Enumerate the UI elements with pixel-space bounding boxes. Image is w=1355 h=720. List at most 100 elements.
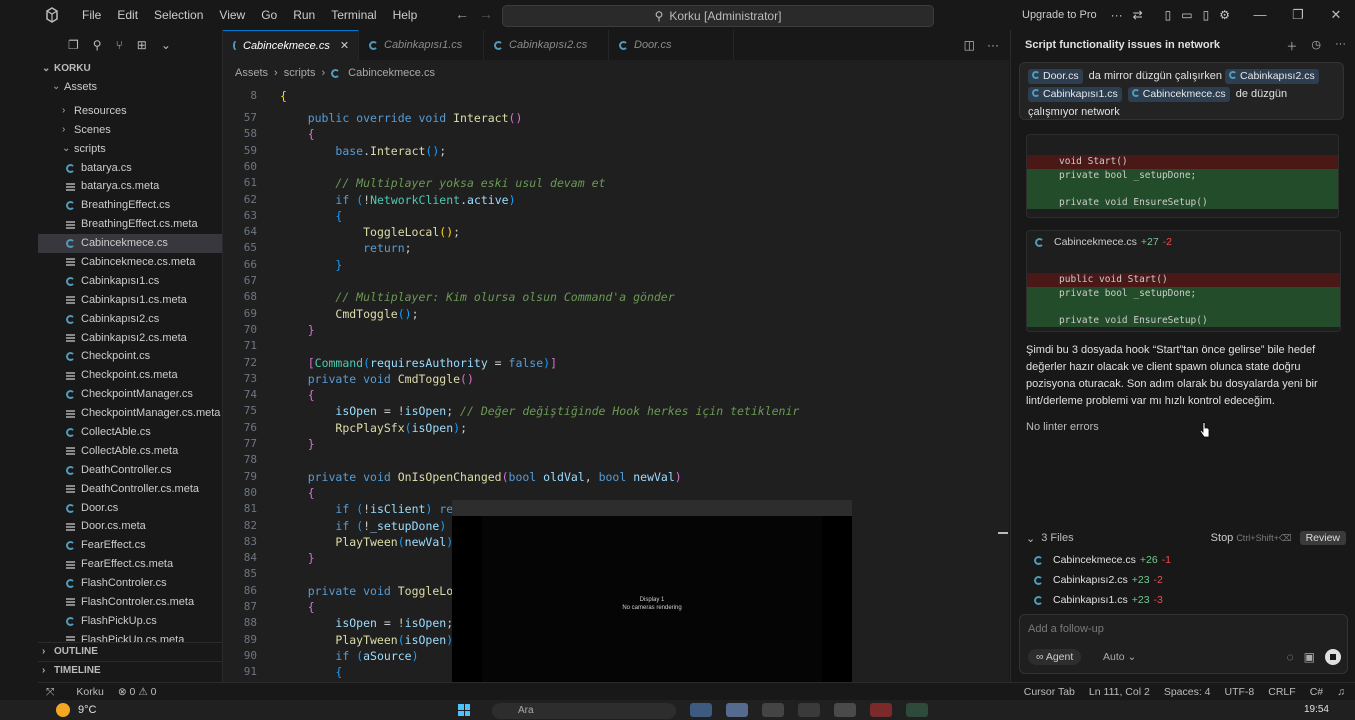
file-item[interactable]: Cabinkapısı1.cs: [38, 272, 222, 291]
folder-assets[interactable]: ⌄ Assets: [38, 78, 222, 97]
tab-cabinkapısı2-cs[interactable]: Cabinkapısı2.cs: [484, 30, 609, 60]
status-item[interactable]: CRLF: [1268, 686, 1295, 698]
changed-file-row[interactable]: Cabinkapısı2.cs +23 -2: [1026, 570, 1346, 590]
more-icon[interactable]: ···: [1335, 38, 1346, 54]
close-window-icon[interactable]: ✕: [1317, 0, 1355, 30]
workspace-name[interactable]: Korku: [76, 686, 103, 699]
menu-terminal[interactable]: Terminal: [323, 8, 384, 22]
source-control-icon[interactable]: ⑂: [116, 38, 123, 52]
menu-view[interactable]: View: [211, 8, 253, 22]
notifications-icon[interactable]: ♫: [1337, 686, 1345, 698]
menu-edit[interactable]: Edit: [109, 8, 146, 22]
file-item[interactable]: DeathController.cs: [38, 461, 222, 480]
file-item[interactable]: BreathingEffect.cs.meta: [38, 215, 222, 234]
outline-section[interactable]: › OUTLINE: [38, 642, 222, 661]
folder-scenes[interactable]: › Scenes: [38, 121, 222, 140]
files-count[interactable]: 3 Files: [1041, 532, 1073, 544]
close-tab-icon[interactable]: ✕: [340, 39, 349, 52]
weather-widget[interactable]: 9°C: [56, 703, 96, 717]
image-attach-icon[interactable]: ▣: [1304, 650, 1315, 664]
stop-generation-button[interactable]: [1325, 649, 1341, 665]
diff-header[interactable]: Cabincekmece.cs +27 -2: [1027, 231, 1340, 253]
file-item[interactable]: Door.cs.meta: [38, 517, 222, 536]
tab-cabinkapısı1-cs[interactable]: Cabinkapısı1.cs: [359, 30, 484, 60]
file-item[interactable]: CollectAble.cs.meta: [38, 442, 222, 461]
chrome-app-icon[interactable]: [690, 703, 712, 717]
file-item[interactable]: FlashControler.cs.meta: [38, 593, 222, 612]
extensions-icon[interactable]: ⊞: [137, 38, 147, 52]
more-actions-icon[interactable]: ···: [987, 38, 999, 52]
timeline-section[interactable]: › TIMELINE: [38, 661, 222, 680]
settings-gear-icon[interactable]: ⚙: [1219, 8, 1230, 22]
taskbar-clock[interactable]: 19:54: [1304, 704, 1329, 715]
status-item[interactable]: Cursor Tab: [1024, 686, 1075, 698]
diff-block[interactable]: void Start() private bool _setupDone; priv…: [1026, 134, 1339, 218]
breadcrumb-assets[interactable]: Assets: [235, 67, 268, 79]
file-item[interactable]: batarya.cs.meta: [38, 177, 222, 196]
search-icon[interactable]: ⚲: [93, 38, 102, 52]
toggle-sidebar-icon[interactable]: ▯: [1165, 8, 1172, 22]
game-window-titlebar[interactable]: [452, 500, 852, 516]
minimize-icon[interactable]: —: [1241, 0, 1279, 30]
chat-composer[interactable]: Add a follow-up ∞ Agent Auto ⌄ ◌ ▣: [1019, 614, 1348, 674]
status-item[interactable]: Ln 111, Col 2: [1089, 686, 1150, 698]
file-item[interactable]: CollectAble.cs: [38, 423, 222, 442]
menu-go[interactable]: Go: [253, 8, 285, 22]
folder-scripts[interactable]: ⌄ scripts: [38, 140, 222, 159]
tab-door-cs[interactable]: Door.cs: [609, 30, 734, 60]
menu-file[interactable]: File: [74, 8, 109, 22]
toggle-secondary-sidebar-icon[interactable]: ▯: [1203, 8, 1210, 22]
folder-resources[interactable]: › Resources: [38, 102, 222, 121]
follow-up-input[interactable]: Add a follow-up: [1028, 623, 1104, 635]
explorer-root[interactable]: ⌄ KORKU: [38, 60, 222, 78]
file-item[interactable]: Cabincekmece.cs.meta: [38, 253, 222, 272]
problems-indicator[interactable]: ⊗ 0 ⚠ 0: [118, 686, 157, 699]
menu-run[interactable]: Run: [285, 8, 323, 22]
unity-app-icon[interactable]: [762, 703, 784, 717]
file-item[interactable]: FlashPickUp.cs: [38, 612, 222, 631]
file-chip-cabincekmece[interactable]: Cabincekmece.cs: [1127, 87, 1230, 102]
file-item[interactable]: DeathController.cs.meta: [38, 480, 222, 499]
file-chip-cabinkapisi1[interactable]: Cabinkapısı1.cs: [1028, 87, 1122, 102]
file-item[interactable]: CheckpointManager.cs: [38, 385, 222, 404]
chevron-down-icon[interactable]: ⌄: [1026, 532, 1035, 545]
back-arrow-icon[interactable]: ←: [455, 6, 469, 22]
file-item[interactable]: FearEffect.cs: [38, 536, 222, 555]
new-chat-icon[interactable]: ＋: [1286, 38, 1297, 54]
status-item[interactable]: UTF-8: [1225, 686, 1255, 698]
file-chip-cabinkapisi2[interactable]: Cabinkapısı2.cs: [1225, 69, 1319, 84]
model-select[interactable]: Auto ⌄: [1103, 651, 1136, 663]
chrome-profile-app-icon[interactable]: [726, 703, 748, 717]
agent-mode-button[interactable]: ∞ Agent: [1028, 649, 1082, 665]
review-button[interactable]: Review: [1299, 531, 1346, 545]
changed-file-row[interactable]: Cabinkapısı1.cs +23 -3: [1026, 590, 1346, 610]
file-item[interactable]: Checkpoint.cs: [38, 347, 222, 366]
forward-arrow-icon[interactable]: →: [479, 6, 493, 22]
file-item[interactable]: Cabinkapısı1.cs.meta: [38, 291, 222, 310]
status-item[interactable]: Spaces: 4: [1164, 686, 1211, 698]
remote-icon[interactable]: ⤧: [46, 686, 54, 699]
file-item[interactable]: CheckpointManager.cs.meta: [38, 404, 222, 423]
history-icon[interactable]: ◷: [1311, 38, 1321, 54]
opera-app-icon[interactable]: [870, 703, 892, 717]
file-item[interactable]: batarya.cs: [38, 159, 222, 178]
cursor-app-icon[interactable]: [798, 703, 820, 717]
file-item[interactable]: Cabincekmece.cs: [38, 234, 222, 254]
breadcrumb-scripts[interactable]: scripts: [284, 67, 316, 79]
steam-app-icon[interactable]: [834, 703, 856, 717]
chevron-down-icon[interactable]: ⌄: [161, 38, 171, 52]
split-editor-icon[interactable]: ◫: [964, 38, 975, 52]
restore-icon[interactable]: ❐: [1279, 0, 1317, 30]
menu-selection[interactable]: Selection: [146, 8, 211, 22]
sync-icon[interactable]: ⇄: [1133, 8, 1143, 22]
taskbar-search[interactable]: Ara: [492, 703, 676, 719]
file-item[interactable]: FlashControler.cs: [38, 574, 222, 593]
diff-block-cabincekmece[interactable]: Cabincekmece.cs +27 -2 public void Start…: [1026, 230, 1341, 332]
more-icon[interactable]: ···: [1111, 8, 1123, 22]
breadcrumb-file[interactable]: Cabincekmece.cs: [348, 67, 435, 79]
game-view-window[interactable]: Display 1 No cameras rendering: [452, 500, 852, 700]
collapse-marker[interactable]: [998, 532, 1008, 534]
tab-cabincekmece-cs[interactable]: Cabincekmece.cs ✕: [223, 30, 359, 60]
user-message[interactable]: Door.cs da mirror düzgün çalışırken Cabi…: [1019, 62, 1344, 120]
file-chip-door[interactable]: Door.cs: [1028, 69, 1083, 84]
